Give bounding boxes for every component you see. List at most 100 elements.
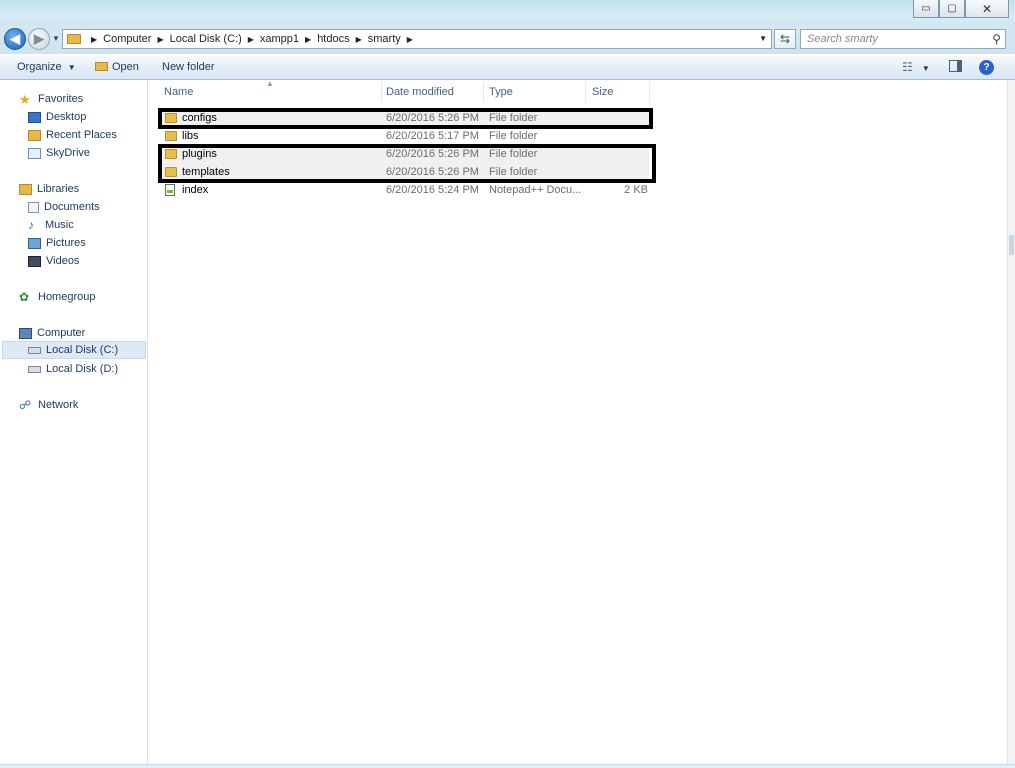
breadcrumb-computer[interactable]: Computer xyxy=(103,33,151,45)
change-view-button[interactable]: ☷ ▼ xyxy=(902,60,930,74)
breadcrumb-htdocs[interactable]: htdocs xyxy=(317,33,349,45)
open-folder-icon xyxy=(95,62,108,71)
chevron-right-icon[interactable]: ▶ xyxy=(356,35,362,44)
forward-arrow-icon: ▶ xyxy=(34,31,44,46)
music-icon: ♪ xyxy=(28,217,34,232)
column-divider[interactable] xyxy=(483,82,484,102)
command-bar: Organize ▼ Open New folder ☷ ▼ ? xyxy=(0,56,1015,80)
nav-libraries-label: Libraries xyxy=(37,183,80,195)
nav-local-disk-c-label: Local Disk (C:) xyxy=(46,344,119,356)
nav-libraries[interactable]: Libraries xyxy=(19,180,79,198)
file-row[interactable]: libs 6/20/2016 5:17 PM File folder xyxy=(161,127,649,145)
nav-local-disk-d[interactable]: Local Disk (D:) xyxy=(28,360,118,378)
column-divider[interactable] xyxy=(649,82,650,102)
folder-icon xyxy=(67,34,81,44)
back-button[interactable]: ◀ xyxy=(4,28,26,50)
view-details-icon: ☷ xyxy=(902,60,913,74)
column-header-date[interactable]: Date modified xyxy=(386,86,454,98)
vertical-scrollbar[interactable] xyxy=(1007,80,1015,768)
skydrive-icon xyxy=(28,147,41,159)
nav-local-disk-d-label: Local Disk (D:) xyxy=(46,363,119,375)
nav-desktop-label: Desktop xyxy=(46,111,87,123)
file-name: index xyxy=(182,184,209,196)
pictures-icon xyxy=(28,237,41,249)
file-list: ▲ Name Date modified Type Size configs 6… xyxy=(149,79,1007,768)
nav-desktop[interactable]: Desktop xyxy=(28,108,86,126)
chevron-down-icon: ▼ xyxy=(921,64,930,73)
nav-skydrive[interactable]: SkyDrive xyxy=(28,144,90,162)
nav-music-label: Music xyxy=(45,219,74,231)
column-divider[interactable] xyxy=(381,82,382,102)
preview-pane-icon xyxy=(949,60,962,72)
organize-button[interactable]: Organize ▼ xyxy=(17,61,76,73)
title-bar: ▭ ▢ ✕ xyxy=(0,0,1015,26)
nav-homegroup-label: Homegroup xyxy=(38,291,96,303)
scrollbar-thumb[interactable] xyxy=(1009,235,1014,255)
nav-local-disk-c[interactable]: Local Disk (C:) xyxy=(2,341,146,359)
nav-music[interactable]: ♪ Music xyxy=(28,216,74,234)
chevron-right-icon[interactable]: ▶ xyxy=(157,35,163,44)
open-label: Open xyxy=(112,61,139,73)
column-divider[interactable] xyxy=(585,82,586,102)
help-icon[interactable]: ? xyxy=(979,60,994,75)
breadcrumb-xampp1[interactable]: xampp1 xyxy=(260,33,299,45)
network-icon: ☍ xyxy=(19,397,32,412)
recent-places-icon xyxy=(28,129,41,141)
computer-icon xyxy=(19,327,32,339)
nav-videos[interactable]: Videos xyxy=(28,252,79,270)
hard-disk-icon xyxy=(28,365,41,373)
file-date: 6/20/2016 5:17 PM xyxy=(386,130,479,142)
videos-icon xyxy=(28,255,41,267)
sort-ascending-icon: ▲ xyxy=(266,79,274,88)
chevron-right-icon[interactable]: ▶ xyxy=(91,35,97,44)
breadcrumb-local-disk[interactable]: Local Disk (C:) xyxy=(170,33,242,45)
nav-pictures-label: Pictures xyxy=(46,237,86,249)
homegroup-icon: ✿ xyxy=(19,289,30,304)
nav-favorites[interactable]: ★ Favorites xyxy=(19,90,83,108)
search-icon[interactable]: ⚲ xyxy=(992,30,1001,48)
nav-homegroup[interactable]: ✿ Homegroup xyxy=(19,288,95,306)
new-folder-button[interactable]: New folder xyxy=(162,61,215,73)
column-header-name[interactable]: Name xyxy=(164,86,193,98)
maximize-icon: ▢ xyxy=(947,3,957,14)
refresh-icon: ⇆ xyxy=(779,32,791,46)
nav-recent-places[interactable]: Recent Places xyxy=(28,126,117,144)
breadcrumb-smarty[interactable]: smarty xyxy=(368,33,401,45)
close-icon: ✕ xyxy=(981,1,993,16)
maximize-button[interactable]: ▢ xyxy=(939,0,965,18)
file-size: 2 KB xyxy=(624,184,648,196)
recent-pages-dropdown[interactable]: ▼ xyxy=(52,34,60,43)
open-button[interactable]: Open xyxy=(95,61,139,73)
close-button[interactable]: ✕ xyxy=(965,0,1009,18)
chevron-right-icon[interactable]: ▶ xyxy=(407,35,413,44)
file-row[interactable]: index 6/20/2016 5:24 PM Notepad++ Docu..… xyxy=(161,181,649,199)
nav-pictures[interactable]: Pictures xyxy=(28,234,86,252)
minimize-button[interactable]: ▭ xyxy=(913,0,939,18)
desktop-icon xyxy=(28,111,41,123)
forward-button[interactable]: ▶ xyxy=(28,28,50,50)
nav-documents[interactable]: Documents xyxy=(28,198,100,216)
nav-network[interactable]: ☍ Network xyxy=(19,396,78,414)
highlight-box-configs xyxy=(158,108,653,129)
search-placeholder: Search smarty xyxy=(807,33,878,45)
file-name: libs xyxy=(182,130,199,142)
address-dropdown-icon[interactable]: ▼ xyxy=(759,34,767,43)
file-date: 6/20/2016 5:24 PM xyxy=(386,184,479,196)
hard-disk-icon xyxy=(28,346,41,354)
preview-pane-button[interactable] xyxy=(949,60,962,75)
chevron-right-icon[interactable]: ▶ xyxy=(305,35,311,44)
chevron-right-icon[interactable]: ▶ xyxy=(248,35,254,44)
address-bar[interactable]: ▶ Computer ▶ Local Disk (C:) ▶ xampp1 ▶ … xyxy=(62,29,772,49)
nav-videos-label: Videos xyxy=(46,255,80,267)
new-folder-label: New folder xyxy=(162,61,215,73)
nav-network-label: Network xyxy=(38,399,79,411)
refresh-button[interactable]: ⇆ xyxy=(774,29,796,49)
column-header-size[interactable]: Size xyxy=(592,86,613,98)
search-input[interactable]: Search smarty ⚲ xyxy=(800,29,1006,49)
nav-computer[interactable]: Computer xyxy=(19,324,85,342)
column-header-type[interactable]: Type xyxy=(489,86,513,98)
navigation-pane: ★ Favorites Desktop Recent Places SkyDriv… xyxy=(0,80,148,768)
details-pane-edge xyxy=(0,764,1015,768)
documents-icon xyxy=(28,201,39,213)
window-controls: ▭ ▢ ✕ xyxy=(913,0,1009,18)
